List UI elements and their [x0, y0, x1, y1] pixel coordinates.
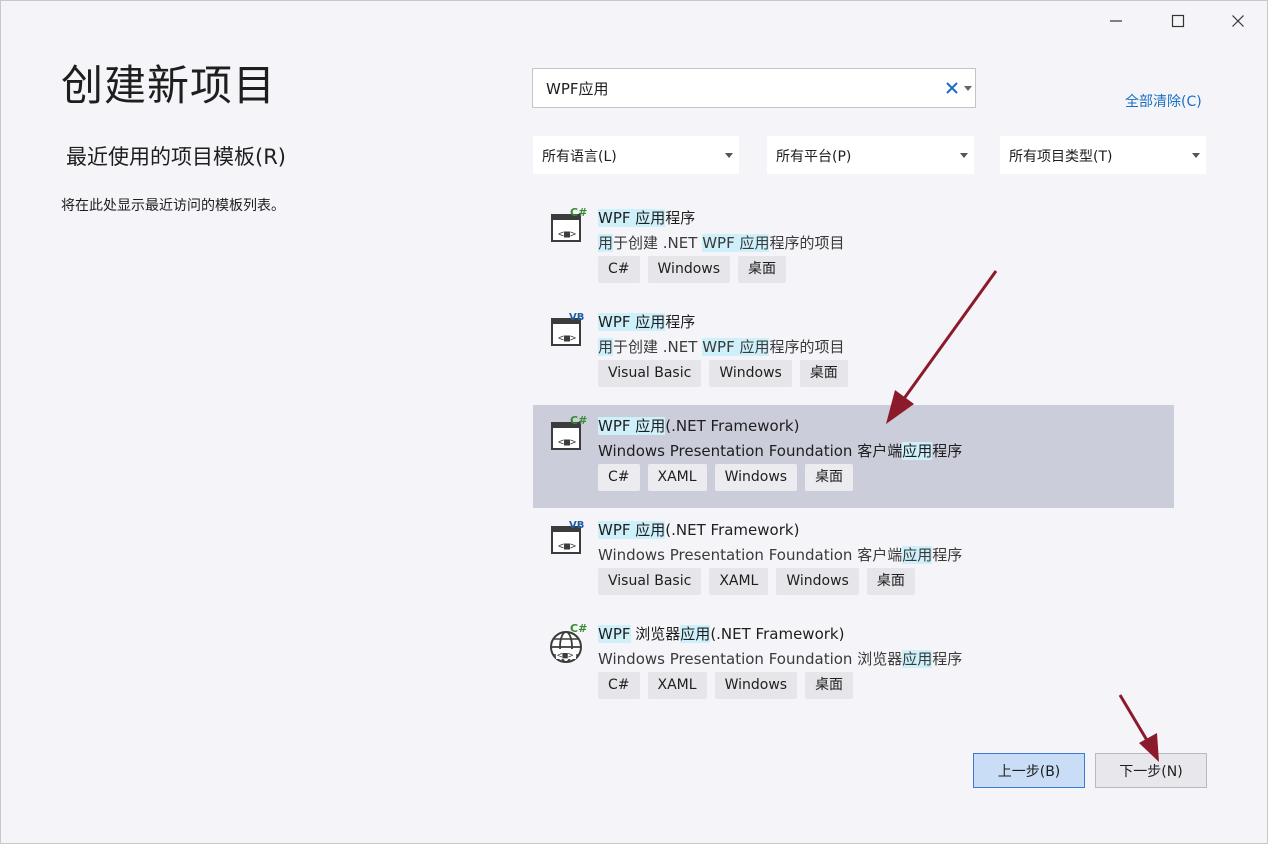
language-filter-dropdown[interactable]: 所有语言(L)	[533, 136, 739, 174]
template-description: 用于创建 .NET WPF 应用程序的项目	[598, 234, 845, 252]
template-description: Windows Presentation Foundation 客户端应用程序	[598, 546, 963, 564]
tag-ui: XAML	[647, 672, 707, 699]
tag-language: C#	[598, 672, 640, 699]
minimize-button[interactable]	[1098, 6, 1134, 36]
template-name: WPF 应用(.NET Framework)	[598, 521, 800, 539]
tag-type: 桌面	[799, 360, 848, 387]
tag-platform: Windows	[647, 256, 731, 283]
tag-platform: Windows	[714, 672, 798, 699]
wpf-app-csharp-icon: <■> C#	[551, 207, 587, 242]
svg-text:C#: C#	[570, 623, 587, 635]
chevron-down-icon	[1192, 153, 1200, 158]
tag-language: C#	[598, 464, 640, 491]
template-item-wpf-browser-csharp[interactable]: <■> C# WPF 浏览器应用(.NET Framework) Windows…	[533, 613, 1174, 716]
svg-text:VB: VB	[569, 312, 584, 323]
template-tags: Visual Basic Windows 桌面	[598, 360, 848, 387]
tag-platform: Windows	[776, 568, 859, 595]
svg-text:C#: C#	[570, 415, 587, 427]
recent-templates-empty-text: 将在此处显示最近访问的模板列表。	[61, 198, 285, 214]
template-item-wpf-framework-csharp[interactable]: <■> C# WPF 应用(.NET Framework) Windows Pr…	[533, 405, 1174, 508]
template-tags: C# XAML Windows 桌面	[598, 672, 854, 699]
wpf-browser-csharp-icon: <■> C#	[550, 623, 587, 663]
svg-text:<■>: <■>	[557, 651, 574, 661]
tag-platform: Windows	[709, 360, 792, 387]
tag-type: 桌面	[805, 464, 854, 491]
tag-type: 桌面	[738, 256, 787, 283]
close-icon	[1232, 15, 1244, 27]
template-item-wpf-app-csharp[interactable]: <■> C# WPF 应用程序 用于创建 .NET WPF 应用程序的项目 C#…	[533, 197, 1174, 300]
svg-text:<■>: <■>	[558, 437, 576, 448]
back-button[interactable]: 上一步(B)	[973, 753, 1085, 788]
clear-search-icon[interactable]	[943, 79, 961, 97]
maximize-button[interactable]	[1160, 6, 1196, 36]
template-search-input[interactable]	[546, 69, 926, 107]
template-description: 用于创建 .NET WPF 应用程序的项目	[598, 338, 845, 356]
template-item-wpf-app-vb[interactable]: <■> VB WPF 应用程序 用于创建 .NET WPF 应用程序的项目 Vi…	[533, 301, 1174, 404]
svg-text:C#: C#	[570, 207, 587, 219]
chevron-down-icon	[725, 153, 733, 158]
tag-language: C#	[598, 256, 640, 283]
template-tags: C# XAML Windows 桌面	[598, 464, 854, 491]
tag-type: 桌面	[866, 568, 915, 595]
project-type-filter-dropdown[interactable]: 所有项目类型(T)	[1000, 136, 1206, 174]
tag-language: Visual Basic	[598, 568, 702, 595]
tag-language: Visual Basic	[598, 360, 702, 387]
minimize-icon	[1110, 20, 1122, 22]
tag-platform: Windows	[714, 464, 798, 491]
search-history-dropdown-icon[interactable]	[964, 86, 972, 92]
wpf-app-vb-icon: <■> VB	[551, 312, 584, 346]
wpf-framework-vb-icon: <■> VB	[551, 520, 584, 554]
close-button[interactable]	[1220, 6, 1256, 36]
tag-ui: XAML	[647, 464, 707, 491]
svg-text:<■>: <■>	[558, 229, 576, 240]
template-search-box[interactable]	[532, 68, 976, 108]
template-tags: C# Windows 桌面	[598, 256, 787, 283]
template-name: WPF 应用程序	[598, 313, 696, 331]
template-description: Windows Presentation Foundation 客户端应用程序	[598, 442, 963, 460]
template-name: WPF 浏览器应用(.NET Framework)	[598, 625, 845, 643]
svg-text:<■>: <■>	[558, 541, 576, 552]
svg-text:<■>: <■>	[558, 333, 576, 344]
project-type-filter-label: 所有项目类型(T)	[1009, 149, 1113, 165]
svg-text:VB: VB	[569, 520, 584, 531]
maximize-icon	[1171, 14, 1185, 28]
language-filter-label: 所有语言(L)	[542, 149, 617, 165]
chevron-down-icon	[960, 153, 968, 158]
template-description: Windows Presentation Foundation 浏览器应用程序	[598, 650, 963, 668]
template-name: WPF 应用(.NET Framework)	[598, 417, 800, 435]
platform-filter-dropdown[interactable]: 所有平台(P)	[767, 136, 974, 174]
template-tags: Visual Basic XAML Windows 桌面	[598, 568, 915, 595]
recent-templates-heading: 最近使用的项目模板(R)	[66, 145, 286, 169]
next-button[interactable]: 下一步(N)	[1095, 753, 1207, 788]
clear-all-filters-link[interactable]: 全部清除(C)	[1125, 91, 1202, 111]
tag-type: 桌面	[805, 672, 854, 699]
template-item-wpf-framework-vb[interactable]: <■> VB WPF 应用(.NET Framework) Windows Pr…	[533, 509, 1174, 612]
wpf-framework-csharp-icon: <■> C#	[551, 415, 587, 450]
platform-filter-label: 所有平台(P)	[776, 149, 852, 165]
page-title: 创建新项目	[61, 61, 277, 110]
template-name: WPF 应用程序	[598, 209, 696, 227]
tag-ui: XAML	[709, 568, 769, 595]
